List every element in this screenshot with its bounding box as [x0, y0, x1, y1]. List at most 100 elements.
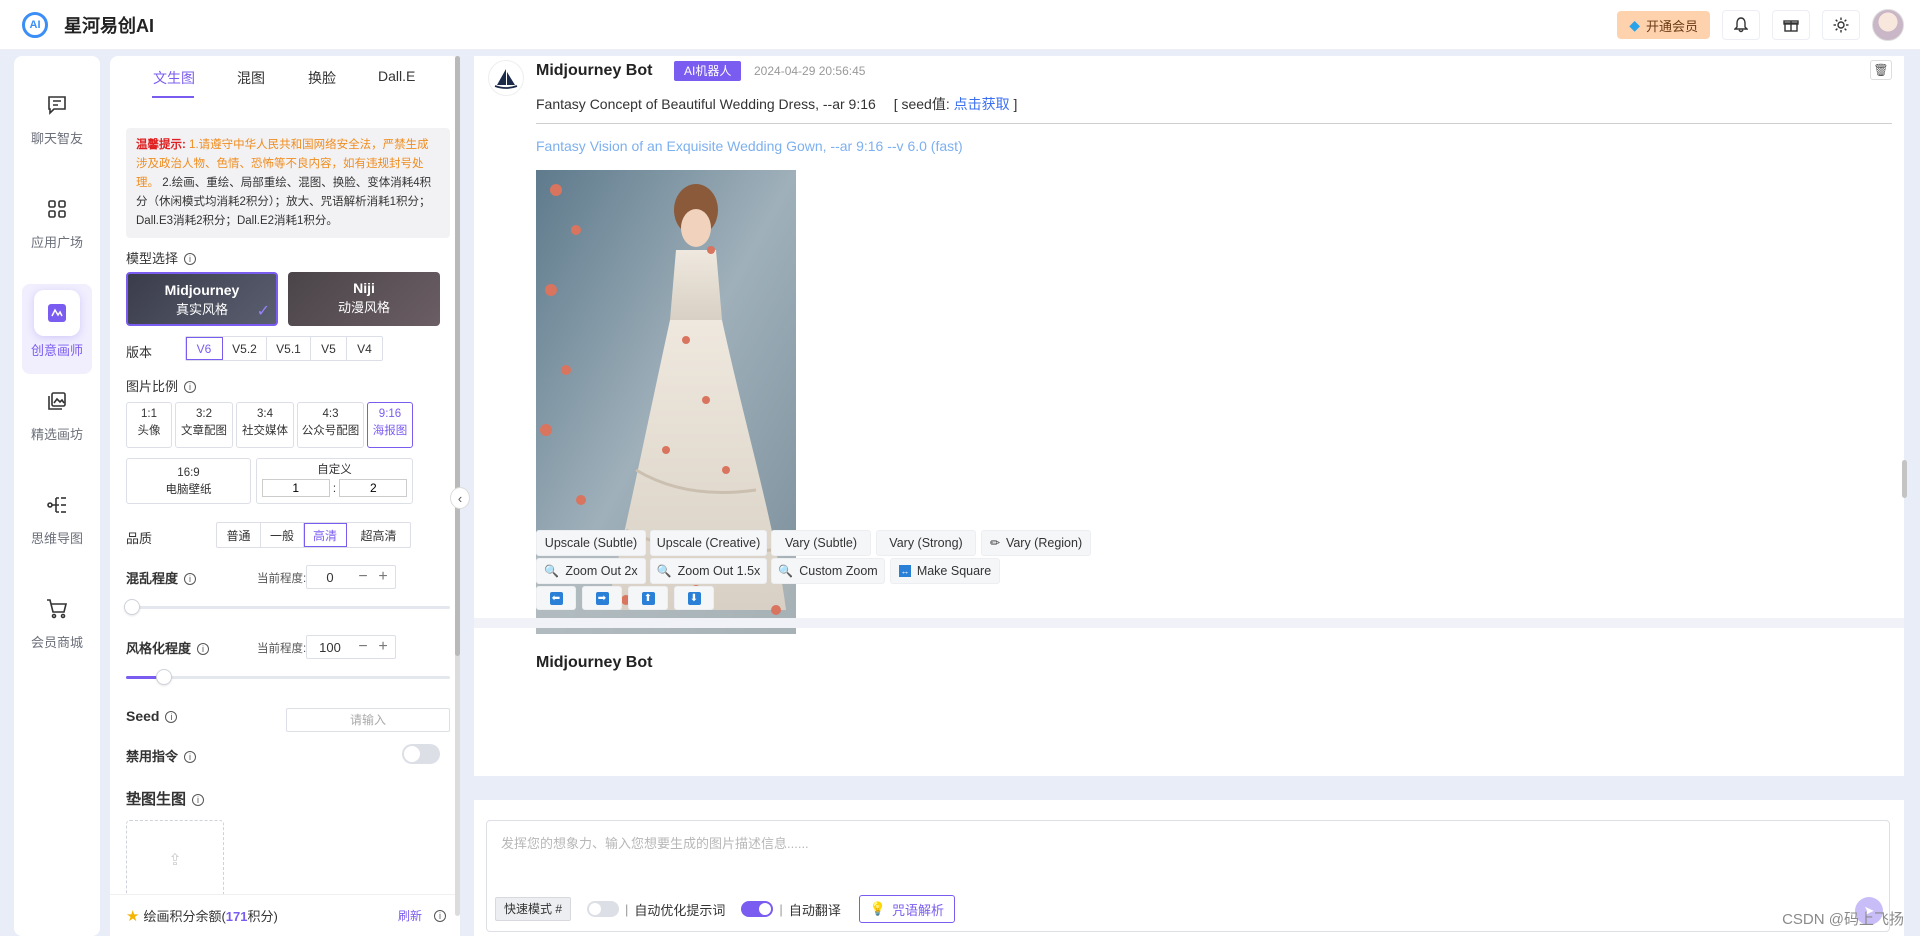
custom-width-input[interactable]	[261, 479, 330, 497]
info-icon[interactable]: i	[434, 909, 446, 922]
chaos-label: 混乱程度 i	[126, 568, 197, 587]
info-icon[interactable]: i	[184, 751, 197, 763]
zoom-out-1-5x-button[interactable]: 🔍 Zoom Out 1.5x	[650, 558, 767, 584]
quality-option[interactable]: 一般	[261, 523, 304, 547]
upload-box[interactable]: ⇪	[126, 820, 224, 900]
ratio-desc: 海报图	[372, 425, 408, 437]
spell-parse-button[interactable]: 💡 咒语解析	[858, 895, 956, 923]
nav-item-chat[interactable]: 聊天智友	[14, 90, 100, 147]
make-square-button[interactable]: ↔ Make Square	[890, 558, 1000, 584]
collapse-panel-button[interactable]: ‹	[450, 487, 470, 509]
pan-up-button[interactable]: ⬆	[628, 586, 668, 610]
ratio-desc: 头像	[137, 425, 161, 437]
ratio-sep: :	[332, 483, 337, 495]
chaos-stepper[interactable]: 0 − +	[306, 565, 396, 589]
info-icon[interactable]: i	[184, 381, 197, 393]
info-icon[interactable]: i	[165, 711, 178, 723]
zoom-out-2x-button[interactable]: 🔍 Zoom Out 2x	[536, 558, 646, 584]
upscale-creative-button[interactable]: Upscale (Creative)	[650, 530, 767, 556]
info-icon[interactable]: i	[184, 253, 197, 265]
minus-icon[interactable]: −	[353, 638, 373, 656]
chat-scroll-thumb[interactable]	[1902, 460, 1907, 498]
chaos-slider[interactable]	[124, 599, 450, 615]
notice-text: 2.绘画、重绘、局部重绘、混图、换脸、变体消耗4积分（休闲模式均消耗2积分）；放…	[136, 177, 432, 227]
vip-button[interactable]: ◆ 开通会员	[1617, 11, 1710, 39]
seed-link[interactable]: 点击获取	[954, 96, 1010, 112]
action-label: Upscale (Subtle)	[544, 536, 638, 550]
sun-icon[interactable]	[1822, 10, 1860, 40]
separator: |	[625, 901, 629, 917]
auto-optimize-label: 自动优化提示词	[634, 902, 726, 918]
quality-label: 品质	[126, 531, 153, 546]
nav-item-shop[interactable]: 会员商城	[14, 594, 100, 651]
vary-subtle-button[interactable]: Vary (Subtle)	[771, 530, 871, 556]
info-icon[interactable]: i	[197, 643, 210, 655]
nav-item-gallery[interactable]: 精选画坊	[14, 386, 100, 443]
ratio-value: 3:4	[257, 408, 273, 420]
gift-icon[interactable]	[1772, 10, 1810, 40]
ratio-option[interactable]: 1:1 头像	[126, 402, 172, 448]
quality-option[interactable]: 普通	[217, 523, 261, 547]
auto-optimize-toggle[interactable]	[587, 901, 620, 917]
ratio-option[interactable]: 3:2 文章配图	[175, 402, 233, 448]
model-midjourney[interactable]: Midjourney 真实风格 ✓	[126, 272, 278, 326]
delete-icon[interactable]: 🗑	[1870, 60, 1892, 80]
nav-label: 精选画坊	[30, 427, 83, 442]
bell-icon[interactable]	[1722, 10, 1760, 40]
pan-left-button[interactable]: ⬅	[536, 586, 576, 610]
tab-faceswap[interactable]: 换脸	[308, 68, 336, 88]
minus-icon[interactable]: −	[353, 568, 373, 586]
version-option[interactable]: V5.2	[223, 337, 267, 360]
nav-item-mindmap[interactable]: 思维导图	[14, 490, 100, 547]
stylize-slider-knob[interactable]	[156, 669, 172, 685]
refresh-link[interactable]: 刷新	[398, 907, 422, 924]
paint-icon	[34, 290, 80, 336]
settings-panel: 文生图 混图 换脸 Dall.E 温馨提示: 1.请遵守中华人民共和国网络安全法…	[110, 56, 460, 936]
custom-zoom-button[interactable]: 🔍 Custom Zoom	[771, 558, 885, 584]
ratio-option-wide[interactable]: 16:9 电脑壁纸	[126, 458, 251, 504]
plus-icon[interactable]: +	[373, 568, 393, 586]
upscale-subtle-button[interactable]: Upscale (Subtle)	[536, 530, 646, 556]
version-option[interactable]: V6	[186, 337, 223, 360]
info-icon[interactable]: i	[192, 794, 205, 806]
plus-icon[interactable]: +	[373, 638, 393, 656]
user-avatar[interactable]	[1872, 9, 1904, 41]
tab-dalle[interactable]: Dall.E	[378, 68, 415, 84]
auto-translate-toggle[interactable]	[741, 901, 774, 917]
tab-blend[interactable]: 混图	[237, 68, 265, 88]
ratio-desc: 社交媒体	[242, 425, 288, 437]
custom-height-input[interactable]	[339, 479, 408, 497]
composer: 发挥您的想象力、输入您想要生成的图片描述信息...... 快速模式 # | 自动…	[486, 820, 1890, 932]
quality-option[interactable]: 高清	[304, 523, 347, 547]
quality-option[interactable]: 超高清	[347, 523, 410, 547]
stylize-stepper[interactable]: 100 − +	[306, 635, 396, 659]
stylize-slider-fill	[126, 676, 158, 679]
pan-right-button[interactable]: ➡	[582, 586, 622, 610]
chaos-slider-knob[interactable]	[124, 599, 140, 615]
ratio-option[interactable]: 3:4 社交媒体	[236, 402, 294, 448]
zoom-icon: 🔍	[656, 564, 672, 578]
left-nav: 聊天智友 应用广场 创意画师 精选画坊 思维导图 会员商城	[14, 56, 100, 936]
app-logo[interactable]: AI	[22, 11, 48, 38]
version-option[interactable]: V5	[311, 337, 347, 360]
vary-region-button[interactable]: ✏ Vary (Region)	[981, 530, 1091, 556]
vary-strong-button[interactable]: Vary (Strong)	[876, 530, 976, 556]
ratio-option[interactable]: 9:16 海报图	[367, 402, 413, 448]
pan-down-button[interactable]: ⬇	[674, 586, 714, 610]
disable-toggle[interactable]	[402, 744, 440, 764]
version-option[interactable]: V4	[347, 337, 382, 360]
ratio-value: 4:3	[322, 408, 339, 420]
prompt-input[interactable]: 发挥您的想象力、输入您想要生成的图片描述信息......	[501, 833, 809, 852]
info-icon[interactable]: i	[184, 573, 197, 585]
seed-input[interactable]: 请输入	[286, 708, 450, 732]
stylize-slider[interactable]	[126, 669, 450, 685]
mode-button[interactable]: 快速模式 #	[495, 897, 572, 921]
tab-text-to-image[interactable]: 文生图	[153, 68, 195, 88]
ratio-option[interactable]: 4:3 公众号配图	[297, 402, 364, 448]
version-option[interactable]: V5.1	[267, 337, 311, 360]
nav-item-painter[interactable]: 创意画师	[14, 290, 100, 359]
top-bar: AI 星河易创AI ◆ 开通会员	[0, 0, 1920, 50]
nav-item-apps[interactable]: 应用广场	[14, 194, 100, 251]
panel-scroll-thumb[interactable]	[455, 56, 460, 656]
model-niji[interactable]: Niji 动漫风格	[288, 272, 440, 326]
